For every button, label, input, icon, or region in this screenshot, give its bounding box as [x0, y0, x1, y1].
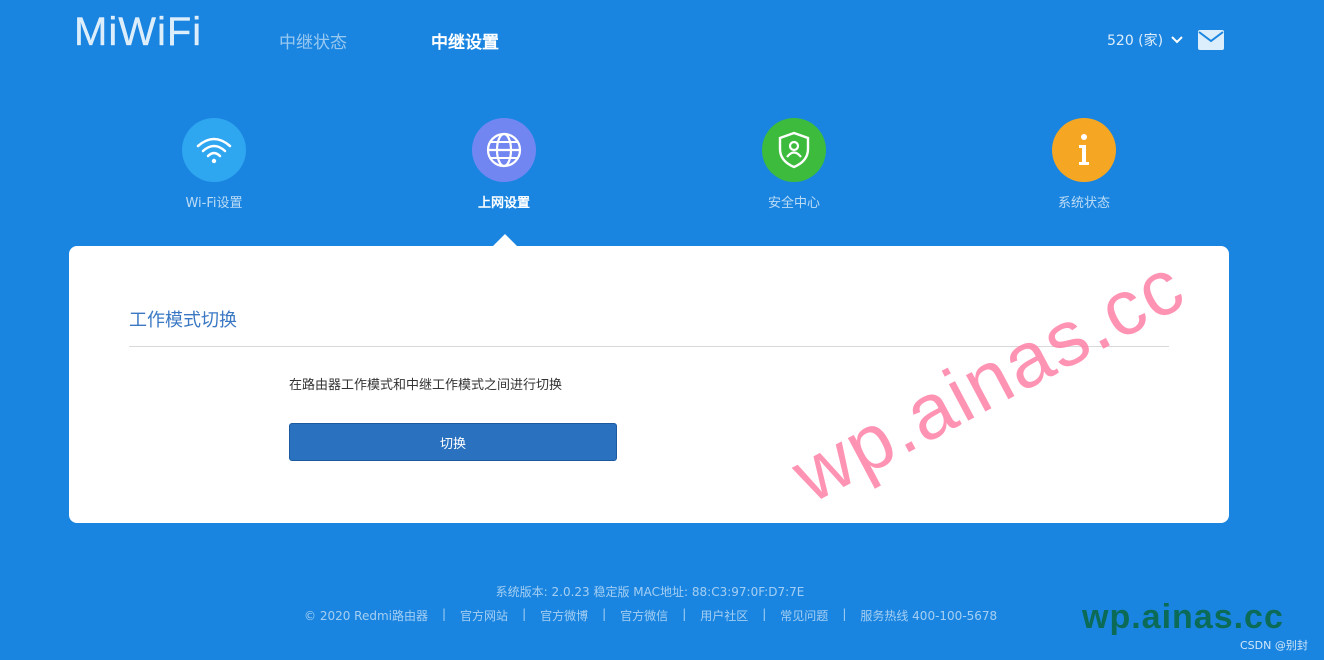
tile-label: Wi-Fi设置 [185, 196, 243, 211]
footer-separator: | [442, 607, 447, 621]
footer-separator: | [602, 607, 607, 621]
shield-user-icon [762, 118, 826, 182]
tile-security-center[interactable]: 安全中心 [714, 118, 874, 211]
wifi-icon [182, 118, 246, 182]
miwifi-logo[interactable]: MiWiFi [74, 10, 202, 55]
footer-separator: | [682, 607, 687, 621]
footer-link-faq[interactable]: 常见问题 [780, 607, 828, 624]
csdn-credit: CSDN @别封 [1240, 639, 1308, 652]
tile-label: 系统状态 [1057, 196, 1110, 211]
device-name: 520 (家) [1107, 33, 1164, 49]
nav-relay-status[interactable]: 中继状态 [279, 28, 347, 53]
info-icon [1052, 118, 1116, 182]
footer-separator: | [522, 607, 527, 621]
globe-icon [472, 118, 536, 182]
tile-label: 安全中心 [767, 196, 820, 211]
panel-title: 工作模式切换 [129, 310, 237, 331]
mail-icon[interactable] [1198, 30, 1224, 50]
corner-watermark: wp.ainas.cc [1082, 598, 1284, 636]
footer-separator: | [842, 607, 847, 621]
settings-tiles: Wi-Fi设置 上网设置 安全中心 系统状态 [0, 118, 1324, 228]
top-bar: MiWiFi 中继状态 中继设置 520 (家) [0, 0, 1324, 80]
chevron-down-icon [1171, 36, 1183, 44]
tile-internet-settings[interactable]: 上网设置 [424, 118, 584, 211]
device-selector[interactable]: 520 (家) [1107, 30, 1183, 50]
footer-links: © 2020 Redmi路由器 | 官方网站 | 官方微博 | 官方微信 | 用… [304, 607, 997, 624]
footer-link-wechat[interactable]: 官方微信 [620, 607, 668, 624]
footer-link-community[interactable]: 用户社区 [700, 607, 748, 624]
footer-link-weibo[interactable]: 官方微博 [540, 607, 588, 624]
tile-wifi-settings[interactable]: Wi-Fi设置 [134, 118, 294, 211]
nav-relay-settings[interactable]: 中继设置 [431, 28, 499, 53]
footer-hotline: 服务热线 400-100-5678 [860, 609, 998, 623]
tile-label: 上网设置 [477, 196, 530, 211]
footer-separator: | [762, 607, 767, 621]
active-tile-pointer [493, 234, 517, 246]
switch-mode-button[interactable]: 切换 [289, 423, 617, 461]
panel-description: 在路由器工作模式和中继工作模式之间进行切换 [289, 378, 563, 393]
tile-system-status[interactable]: 系统状态 [1004, 118, 1164, 211]
footer-link-official-site[interactable]: 官方网站 [460, 607, 508, 624]
footer-copyright: © 2020 Redmi路由器 [304, 609, 428, 623]
